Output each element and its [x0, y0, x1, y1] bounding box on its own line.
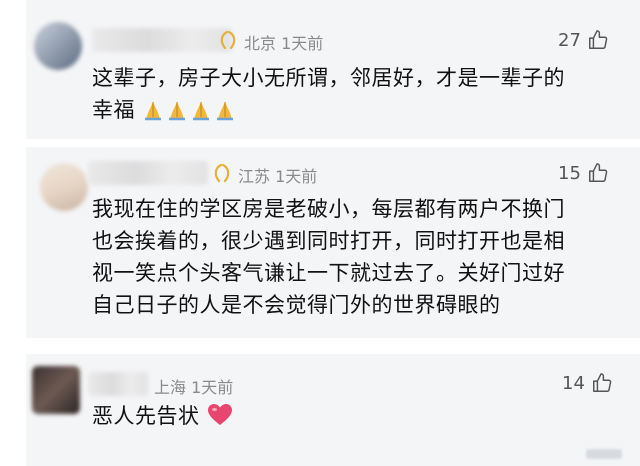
laurel-badge-icon — [220, 30, 236, 50]
timestamp: 1天前 — [281, 34, 324, 53]
avatar[interactable] — [40, 163, 88, 211]
comment-line: 也会挨着的，很少遇到同时打开，同时打开也是相 — [92, 229, 565, 253]
like-button[interactable]: 14 — [562, 372, 613, 394]
comment-line-text: 幸福 — [92, 98, 135, 122]
username[interactable] — [88, 372, 148, 396]
username[interactable] — [92, 28, 232, 52]
red-heart-emoji — [207, 404, 232, 425]
avatar[interactable] — [32, 366, 80, 414]
location: 上海 — [154, 378, 187, 397]
comment-line: 我现在住的学区房是老破小，每层都有两户不换门 — [92, 197, 565, 221]
timestamp: 1天前 — [275, 167, 318, 186]
folded-hands-emoji — [217, 102, 234, 121]
comment-line-text: 恶人先告状 — [92, 404, 200, 428]
comment-meta: 北京 1天前 — [244, 30, 323, 54]
comment-card: 江苏 1天前 15 我现在住的学区房是老破小，每层都有两户不换门 也会挨着的，很… — [26, 147, 640, 338]
comment-card: 北京 1天前 27 这辈子，房子大小无所谓，邻居好，才是一辈子的 幸福 — [26, 0, 640, 139]
like-count: 14 — [562, 372, 585, 394]
comment-line: 视一笑点个头客气谦让一下就过去了。关好门过好 — [92, 261, 565, 285]
comment-text: 恶人先告状 — [92, 400, 233, 432]
timestamp: 1天前 — [191, 378, 234, 397]
folded-hands-emoji-group — [142, 99, 236, 121]
like-count: 15 — [558, 162, 581, 184]
thumbs-up-icon — [588, 30, 608, 49]
comment-line: 幸福 — [92, 94, 565, 126]
comment-meta: 江苏 1天前 — [238, 163, 317, 187]
avatar[interactable] — [34, 22, 82, 70]
comment-meta: 上海 1天前 — [154, 374, 233, 398]
watermark — [586, 448, 622, 462]
location: 江苏 — [238, 167, 271, 186]
thumbs-up-icon — [592, 373, 612, 392]
username[interactable] — [88, 161, 208, 185]
folded-hands-emoji — [193, 102, 210, 121]
like-count: 27 — [558, 29, 581, 51]
comment-line: 自己日子的人是不会觉得门外的世界碍眼的 — [92, 293, 501, 317]
thumbs-up-icon — [588, 163, 608, 182]
location: 北京 — [244, 34, 277, 53]
comment-line: 这辈子，房子大小无所谓，邻居好，才是一辈子的 — [92, 66, 565, 90]
like-button[interactable]: 15 — [558, 162, 609, 184]
folded-hands-emoji — [145, 102, 162, 121]
like-button[interactable]: 27 — [558, 29, 609, 51]
comment-text: 我现在住的学区房是老破小，每层都有两户不换门 也会挨着的，很少遇到同时打开，同时… — [92, 193, 565, 321]
comment-text: 这辈子，房子大小无所谓，邻居好，才是一辈子的 幸福 — [92, 62, 565, 126]
comment-card: 上海 1天前 14 恶人先告状 — [26, 354, 640, 466]
folded-hands-emoji — [169, 102, 186, 121]
laurel-badge-icon — [214, 163, 230, 183]
